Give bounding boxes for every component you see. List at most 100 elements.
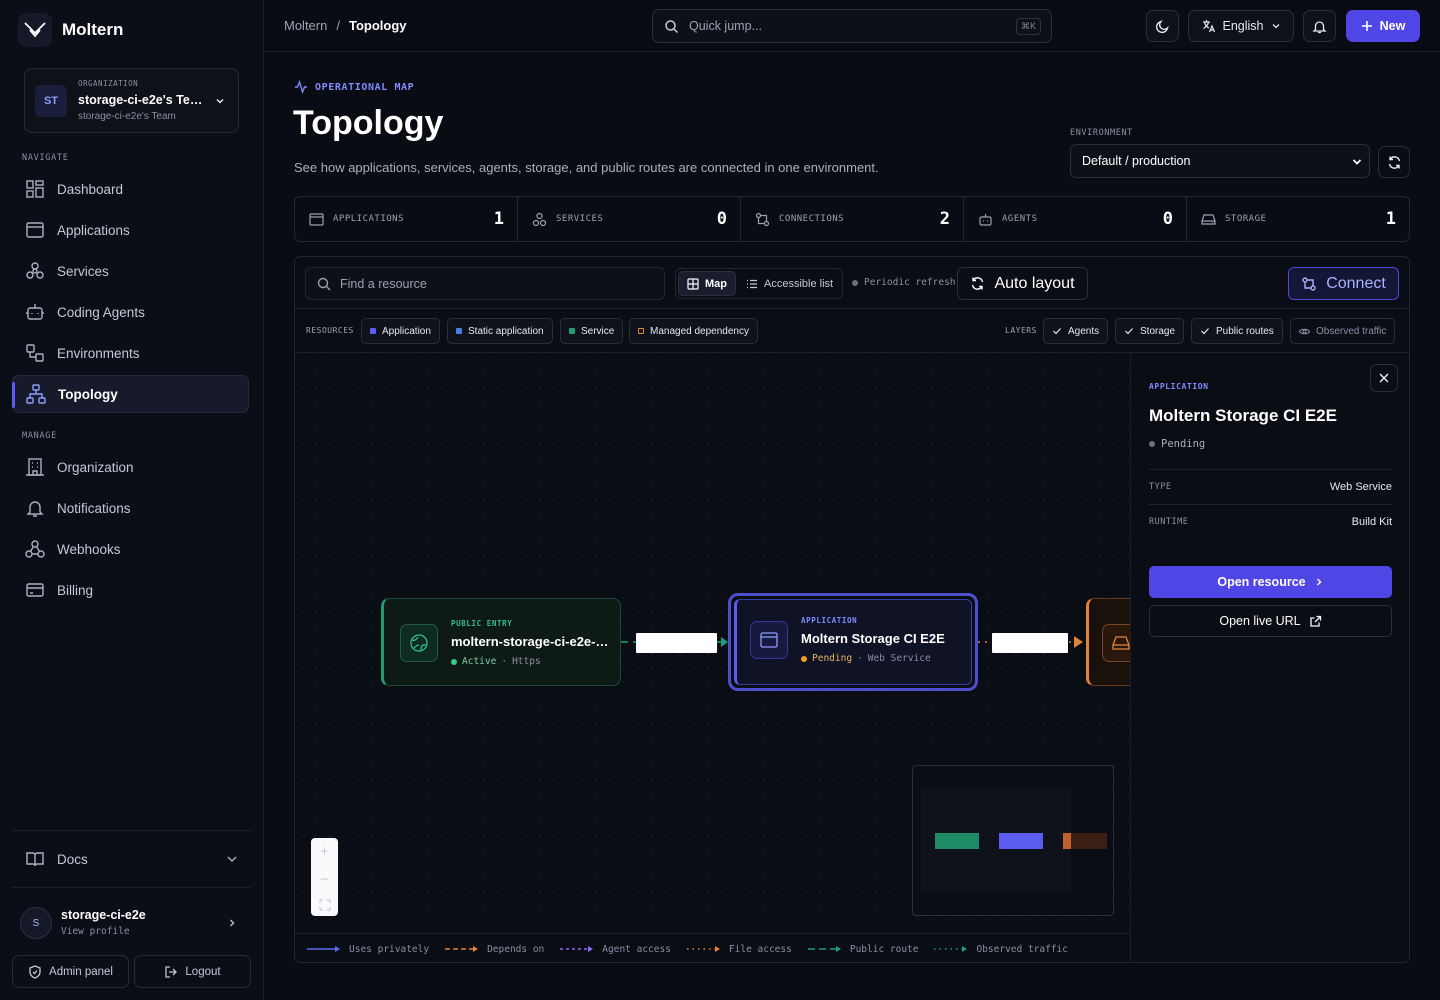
application-node[interactable]: APPLICATION Moltern Storage CI E2E Pendi… — [728, 593, 978, 691]
stat-label: STORAGE — [1225, 214, 1267, 224]
minimap[interactable] — [912, 765, 1114, 916]
public-entry-node[interactable]: PUBLIC ENTRY moltern-storage-ci-e2e-site… — [381, 598, 621, 686]
open-resource-button[interactable]: Open resource — [1149, 566, 1392, 598]
edge-label — [636, 633, 717, 653]
detail-row-type: TYPE Web Service — [1149, 469, 1392, 504]
legend-line-dashed — [807, 946, 841, 952]
edge-arrow — [721, 637, 728, 647]
sidebar-item-services[interactable]: Services — [12, 252, 249, 290]
legend-item: Uses privately — [307, 944, 429, 955]
org-avatar: ST — [35, 85, 67, 117]
new-button[interactable]: New — [1346, 10, 1420, 42]
minimap-entry-node — [935, 833, 979, 849]
chevron-down-icon — [225, 852, 239, 866]
tab-accessible-list[interactable]: Accessible list — [736, 278, 833, 290]
sidebar-item-webhooks[interactable]: Webhooks — [12, 530, 249, 568]
color-swatch — [569, 328, 575, 334]
admin-panel-button[interactable]: Admin panel — [12, 955, 129, 988]
quick-jump-input[interactable]: Quick jump... ⌘K — [652, 9, 1052, 43]
user-profile[interactable]: S storage-ci-e2e View profile — [20, 905, 250, 941]
auto-layout-button[interactable]: Auto layout — [957, 267, 1088, 300]
sidebar-item-dashboard[interactable]: Dashboard — [12, 170, 249, 208]
environment-label: ENVIRONMENT — [1070, 128, 1133, 138]
page-description: See how applications, services, agents, … — [294, 160, 879, 175]
legend-label: Observed traffic — [976, 943, 1068, 955]
sidebar-item-notifications[interactable]: Notifications — [12, 489, 249, 527]
notifications-button[interactable] — [1303, 10, 1336, 42]
sidebar-item-topology[interactable]: Topology — [12, 375, 249, 413]
refresh-icon — [972, 277, 984, 290]
sidebar-item-coding-agents[interactable]: Coding Agents — [12, 293, 249, 331]
sidebar-item-environments[interactable]: Environments — [12, 334, 249, 372]
sidebar-item-billing[interactable]: Billing — [12, 571, 249, 609]
stat-storage: STORAGE 1 — [1187, 197, 1409, 241]
language-select[interactable]: English — [1188, 10, 1294, 42]
filter-static-application[interactable]: Static application — [447, 318, 553, 344]
zoom-in-button[interactable]: + — [320, 843, 329, 860]
color-swatch — [638, 328, 644, 334]
breadcrumb-root[interactable]: Moltern — [284, 18, 327, 33]
stats-bar: APPLICATIONS 1 SERVICES 0 CONNECTIONS 2 … — [294, 196, 1410, 242]
auto-layout-label: Auto layout — [994, 274, 1075, 292]
org-subtitle: storage-ci-e2e's Team — [78, 111, 176, 122]
language-label: English — [1222, 19, 1264, 33]
user-subtitle: View profile — [61, 926, 130, 937]
tab-map[interactable]: Map — [678, 271, 736, 296]
filter-service[interactable]: Service — [560, 318, 624, 344]
open-live-url-button[interactable]: Open live URL — [1149, 605, 1392, 637]
sidebar-item-label: Billing — [57, 582, 94, 598]
layer-storage[interactable]: Storage — [1115, 318, 1185, 344]
layer-observed-traffic[interactable]: Observed traffic — [1290, 318, 1396, 344]
stat-applications: APPLICATIONS 1 — [295, 197, 518, 241]
connect-icon — [1302, 276, 1316, 291]
legend-label: Depends on — [487, 943, 545, 955]
refresh-button[interactable] — [1378, 146, 1410, 178]
sidebar-item-applications[interactable]: Applications — [12, 211, 249, 249]
connect-label: Connect — [1326, 274, 1386, 292]
layer-agents[interactable]: Agents — [1043, 318, 1109, 344]
tab-map-label: Map — [705, 277, 727, 290]
theme-toggle-button[interactable] — [1146, 10, 1179, 42]
close-panel-button[interactable] — [1370, 364, 1398, 392]
user-name: storage-ci-e2e — [61, 908, 146, 922]
environment-select[interactable]: Default / production — [1070, 144, 1370, 178]
sidebar-item-organization[interactable]: Organization — [12, 448, 249, 486]
refresh-icon — [1388, 155, 1400, 169]
brand[interactable]: Moltern — [18, 13, 123, 47]
edge-arrow — [1074, 636, 1083, 648]
detail-label: TYPE — [1149, 482, 1172, 492]
admin-panel-label: Admin panel — [49, 965, 113, 978]
status-dot — [1149, 441, 1155, 447]
docs-label: Docs — [57, 851, 88, 867]
filter-managed-dependency[interactable]: Managed dependency — [629, 318, 758, 344]
stat-value: 1 — [1385, 209, 1396, 229]
open-resource-label: Open resource — [1217, 575, 1306, 589]
find-resource-input[interactable]: Find a resource — [305, 267, 665, 300]
color-swatch — [456, 328, 462, 334]
minimap-app-node — [999, 833, 1043, 849]
chip-label: Service — [581, 325, 615, 337]
docs-section[interactable]: Docs — [12, 830, 251, 888]
legend-label: Uses privately — [349, 943, 430, 955]
legend-item: Depends on — [445, 944, 544, 955]
node-status: Pending · Web Service — [801, 653, 931, 664]
zoom-out-button[interactable]: − — [320, 871, 329, 888]
legend-item: Agent access — [560, 944, 671, 955]
org-switcher[interactable]: ST ORGANIZATION storage-ci-e2e's Team st… — [24, 68, 239, 133]
fit-view-icon[interactable] — [318, 899, 331, 911]
panel-title: Moltern Storage CI E2E — [1149, 406, 1337, 425]
connect-button[interactable]: Connect — [1288, 267, 1399, 300]
topology-canvas[interactable]: PUBLIC ENTRY moltern-storage-ci-e2e-site… — [295, 353, 1146, 933]
layer-public-routes[interactable]: Public routes — [1191, 318, 1283, 344]
topology-icon — [26, 384, 46, 404]
filter-application[interactable]: Application — [361, 318, 440, 344]
detail-value: Web Service — [1329, 481, 1392, 493]
services-icon — [26, 262, 44, 279]
chip-label: Agents — [1068, 325, 1100, 337]
stat-label: SERVICES — [556, 214, 604, 224]
filter-toolbar: RESOURCES Application Static application… — [295, 309, 1409, 353]
logout-button[interactable]: Logout — [134, 955, 251, 988]
stat-value: 1 — [493, 209, 504, 229]
map-toolbar: Find a resource Map Accessible list Peri… — [295, 257, 1409, 309]
panel-kicker: APPLICATION — [1149, 382, 1209, 391]
